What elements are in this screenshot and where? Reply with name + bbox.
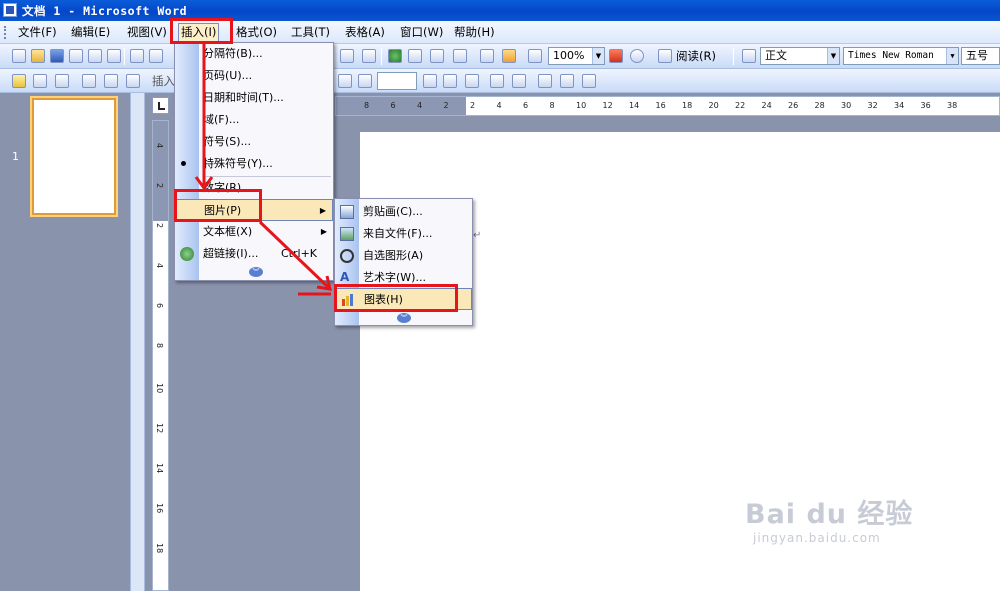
- baidu-jingyan-watermark: Bai du 经验 jingyan.baidu.com: [745, 492, 913, 545]
- watermark-url: jingyan.baidu.com: [753, 531, 881, 545]
- watermark-brand: Bai du 经验: [745, 499, 914, 530]
- annotation-arrow-diagonal: [258, 220, 330, 289]
